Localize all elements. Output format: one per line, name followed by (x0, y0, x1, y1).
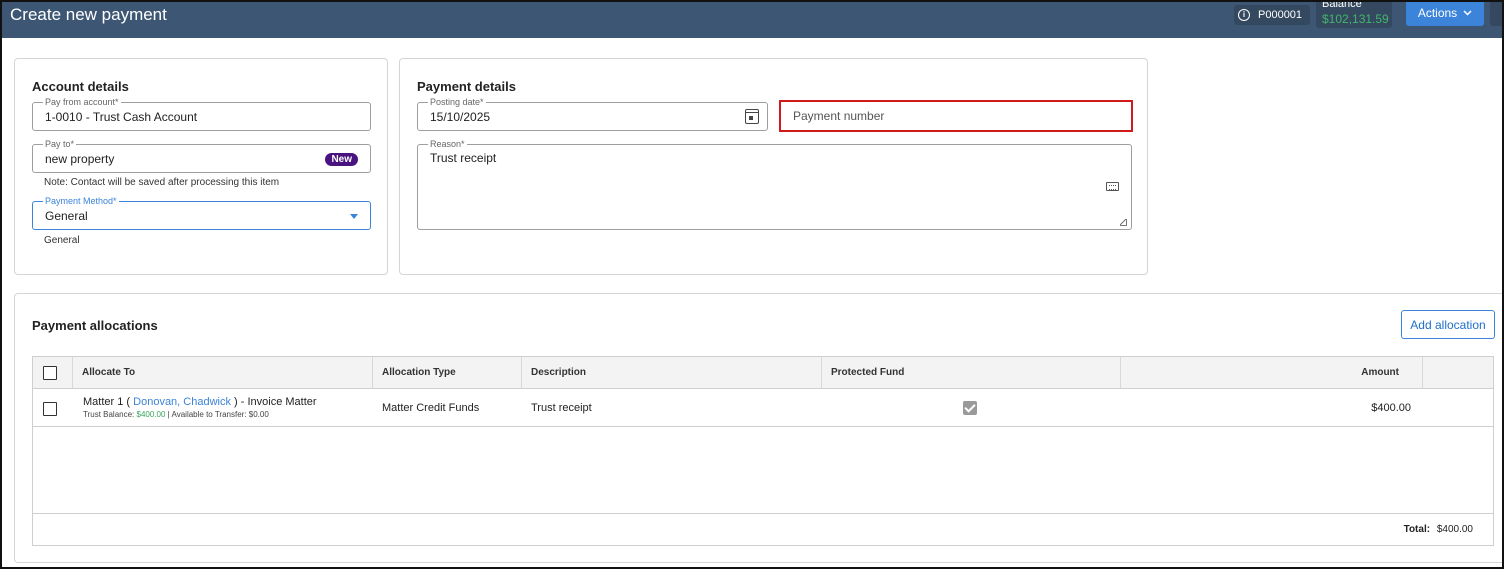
top-bar: Create new payment i P000001 Balance $10… (2, 2, 1502, 38)
select-all-checkbox[interactable] (43, 366, 57, 380)
keyboard-icon[interactable] (1106, 182, 1119, 191)
reason-value: Trust receipt (430, 151, 497, 165)
pay-from-account-label: Pay from account* (43, 97, 121, 107)
balance-value: $102,131.59 (1322, 12, 1389, 26)
matter-prefix: Matter 1 ( (83, 396, 131, 408)
reason-label: Reason* (428, 139, 467, 149)
posting-date-field[interactable]: Posting date* 15/10/2025 (417, 97, 768, 131)
row-checkbox[interactable] (43, 402, 57, 416)
description-cell: Trust receipt (531, 402, 592, 414)
amount-cell: $400.00 (1371, 402, 1411, 414)
protected-fund-checkbox (963, 401, 977, 415)
new-contact-badge: New (325, 153, 358, 166)
pay-from-account-value: 1-0010 - Trust Cash Account (45, 110, 198, 124)
pay-from-account-field[interactable]: Pay from account* 1-0010 - Trust Cash Ac… (32, 97, 371, 131)
col-protected-fund: Protected Fund (821, 357, 1120, 388)
payment-number-field[interactable] (779, 100, 1133, 132)
balance-display: Balance $102,131.59 (1316, 0, 1392, 28)
balance-label: Balance (1322, 0, 1362, 10)
table-header: Allocate To Allocation Type Description … (33, 357, 1493, 389)
col-allocate-to: Allocate To (72, 357, 372, 388)
payment-method-value: General (45, 209, 88, 223)
toolbar-overflow[interactable] (1490, 2, 1502, 26)
payment-method-option[interactable]: General (44, 235, 80, 246)
payment-id-chip[interactable]: i P000001 (1234, 5, 1311, 25)
pay-to-value: new property (45, 152, 115, 166)
allocation-type-cell: Matter Credit Funds (382, 402, 480, 414)
col-description: Description (521, 357, 821, 388)
table-footer: Total: $400.00 (33, 513, 1493, 545)
calendar-icon[interactable] (745, 109, 759, 124)
matter-suffix: ) - Invoice Matter (234, 396, 317, 408)
actions-button[interactable]: Actions (1406, 2, 1484, 26)
trust-balance-value: $400.00 (136, 410, 166, 419)
allocate-to-cell: Matter 1 ( Donovan, Chadwick ) - Invoice… (83, 396, 317, 408)
col-allocation-type: Allocation Type (372, 357, 521, 388)
payment-method-label: Payment Method* (43, 196, 119, 206)
total-row: Total: $400.00 (1333, 524, 1473, 535)
allocations-table: Allocate To Allocation Type Description … (32, 356, 1494, 546)
payment-details-card: Payment details Posting date* 15/10/2025… (399, 58, 1148, 275)
dropdown-arrow-icon[interactable] (350, 214, 358, 219)
payment-number-input[interactable] (793, 109, 1113, 123)
page-title: Create new payment (10, 5, 167, 24)
actions-label: Actions (1417, 6, 1458, 20)
resize-handle-icon[interactable] (1120, 219, 1127, 226)
matter-client-link[interactable]: Donovan, Chadwick (133, 396, 231, 408)
payment-id: P000001 (1258, 9, 1303, 21)
trust-balance-line: Trust Balance: $400.00 | Available to Tr… (83, 410, 269, 419)
available-to-transfer: | Available to Transfer: $0.00 (167, 410, 269, 419)
posting-date-label: Posting date* (428, 97, 486, 107)
chevron-down-icon (1463, 10, 1472, 16)
col-amount: Amount (1120, 357, 1422, 388)
trust-balance-label: Trust Balance: (83, 410, 135, 419)
pay-to-label: Pay to* (43, 139, 77, 149)
payment-method-select[interactable]: Payment Method* General (32, 196, 371, 230)
app-frame: Create new payment i P000001 Balance $10… (0, 0, 1504, 569)
add-allocation-button[interactable]: Add allocation (1401, 310, 1495, 339)
total-value: $400.00 (1436, 524, 1473, 535)
payment-allocations-heading: Payment allocations (32, 318, 158, 333)
info-icon[interactable]: i (1238, 9, 1250, 21)
account-details-heading: Account details (32, 79, 129, 94)
pay-to-field[interactable]: Pay to* new property New (32, 139, 371, 173)
col-actions (1422, 357, 1493, 388)
account-details-card: Account details Pay from account* 1-0010… (14, 58, 388, 275)
table-row[interactable]: Matter 1 ( Donovan, Chadwick ) - Invoice… (33, 389, 1493, 427)
payment-details-heading: Payment details (417, 79, 516, 94)
contact-save-note: Note: Contact will be saved after proces… (44, 177, 280, 188)
reason-field[interactable]: Reason* Trust receipt (417, 139, 1132, 230)
total-label: Total: (1403, 524, 1431, 535)
posting-date-value: 15/10/2025 (430, 110, 491, 124)
